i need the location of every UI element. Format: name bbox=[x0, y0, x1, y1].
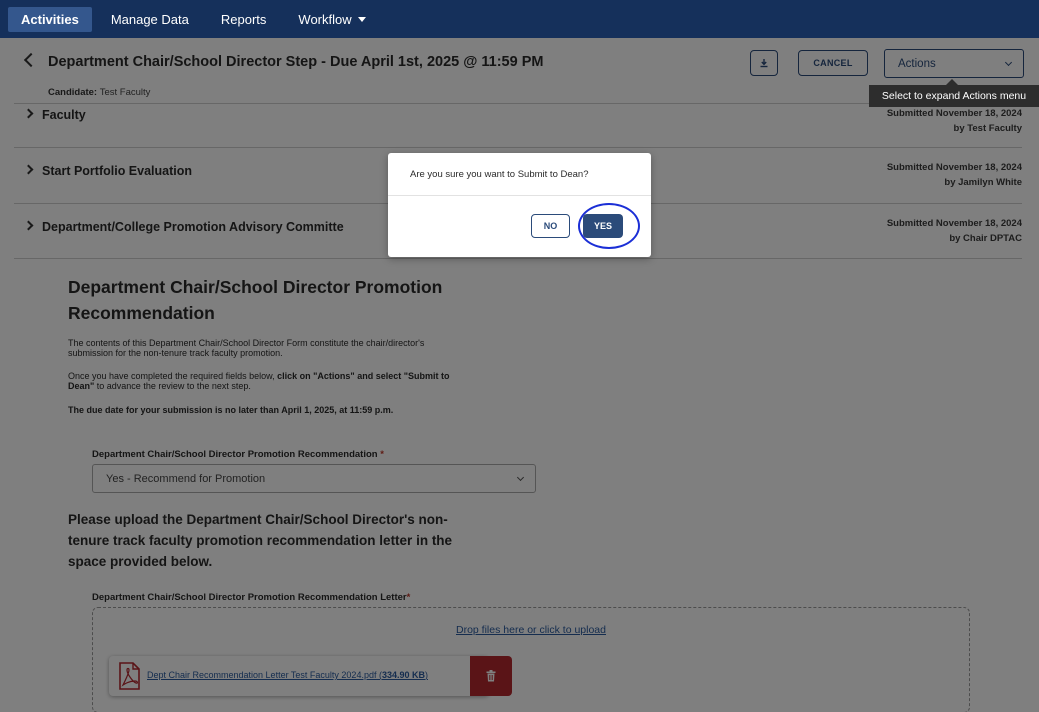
nav-item-reports[interactable]: Reports bbox=[208, 7, 280, 32]
modal-backdrop bbox=[0, 38, 1039, 712]
top-nav: Activities Manage Data Reports Workflow bbox=[0, 0, 1039, 38]
nav-item-label: Workflow bbox=[298, 11, 352, 27]
dialog-message: Are you sure you want to Submit to Dean? bbox=[410, 169, 589, 180]
nav-item-label: Activities bbox=[21, 11, 79, 27]
nav-item-label: Manage Data bbox=[110, 11, 189, 27]
nav-item-activities[interactable]: Activities bbox=[8, 6, 92, 32]
highlight-circle bbox=[578, 203, 640, 249]
no-button[interactable]: NO bbox=[531, 214, 570, 238]
nav-item-manage-data[interactable]: Manage Data bbox=[98, 7, 202, 32]
actions-tooltip: Select to expand Actions menu bbox=[869, 85, 1039, 107]
nav-item-workflow[interactable]: Workflow bbox=[285, 7, 378, 32]
caret-down-icon bbox=[357, 16, 366, 22]
nav-item-label: Reports bbox=[220, 11, 267, 27]
dialog-divider bbox=[388, 195, 651, 196]
